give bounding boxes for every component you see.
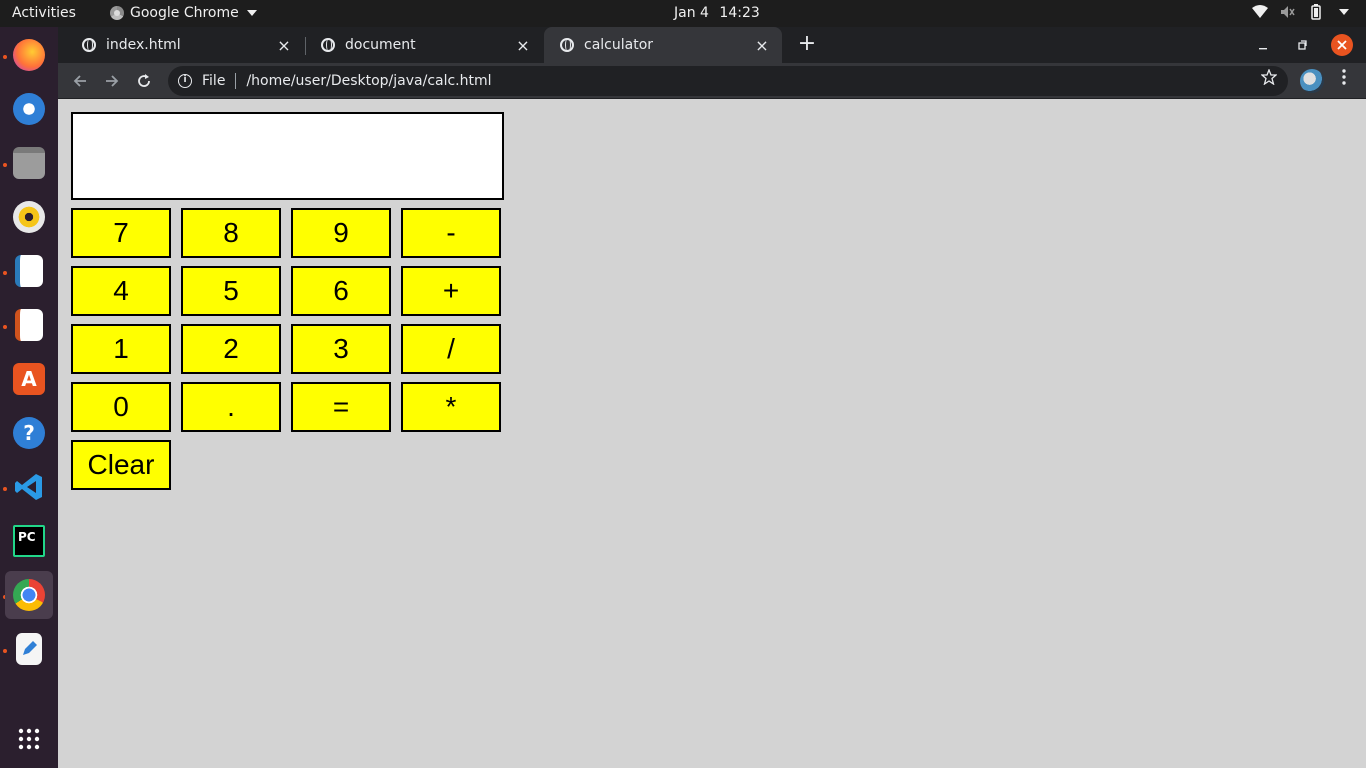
key-5[interactable]: 5 [181,266,281,316]
dock-thunderbird[interactable] [5,85,53,133]
profile-avatar[interactable] [1300,69,1324,93]
clear-button[interactable]: Clear [71,440,171,490]
url-divider [235,73,237,89]
globe-icon [82,38,96,52]
key-minus[interactable]: - [401,208,501,258]
tab-title: index.html [106,37,181,53]
close-icon[interactable]: × [752,35,772,55]
wifi-icon [1252,4,1268,20]
url-text: /home/user/Desktop/java/calc.html [246,73,492,89]
url-scheme-label: File [202,73,226,89]
forward-button[interactable] [99,68,125,94]
dock-help[interactable]: ? [5,409,53,457]
chevron-down-icon [246,10,257,16]
vscode-icon [13,471,45,503]
key-equals[interactable]: = [291,382,391,432]
minimize-button[interactable] [1252,34,1274,56]
grid-icon [13,723,45,755]
globe-icon [321,38,335,52]
clock[interactable]: Jan 4 14:23 [674,5,760,21]
dock-impress[interactable] [5,301,53,349]
system-menu-icon [1336,4,1352,20]
dock-show-applications[interactable] [5,715,53,763]
clock-date: Jan 4 [674,5,709,21]
more-menu-icon[interactable] [1336,69,1352,90]
key-decimal[interactable]: . [181,382,281,432]
browser-toolbar: i File /home/user/Desktop/java/calc.html [58,63,1366,99]
chrome-icon [13,579,45,611]
key-divide[interactable]: / [401,324,501,374]
window-close-button[interactable] [1331,34,1353,56]
firefox-icon [13,39,45,71]
clock-time: 14:23 [719,5,760,21]
close-icon[interactable]: × [513,35,533,55]
close-icon[interactable]: × [274,35,294,55]
key-9[interactable]: 9 [291,208,391,258]
key-0[interactable]: 0 [71,382,171,432]
dock-text-editor[interactable] [5,625,53,673]
calculator-display[interactable] [71,112,504,200]
back-button[interactable] [67,68,93,94]
files-icon [13,147,45,179]
key-7[interactable]: 7 [71,208,171,258]
key-3[interactable]: 3 [291,324,391,374]
tab-title: document [345,37,416,53]
dock-pycharm[interactable]: PC [5,517,53,565]
pycharm-icon: PC [13,525,45,557]
impress-icon [15,309,43,341]
system-top-bar: Activities Google Chrome Jan 4 14:23 [0,0,1366,27]
key-2[interactable]: 2 [181,324,281,374]
rhythmbox-icon [13,201,45,233]
app-menu-label: Google Chrome [130,5,239,21]
bookmark-star-icon[interactable] [1260,68,1278,90]
app-menu[interactable]: Google Chrome [110,5,257,21]
activities-button[interactable]: Activities [12,5,76,21]
dock-chrome[interactable] [5,571,53,619]
tab-title: calculator [584,37,654,53]
thunderbird-icon [13,93,45,125]
key-multiply[interactable]: * [401,382,501,432]
chrome-icon [110,6,124,20]
key-8[interactable]: 8 [181,208,281,258]
dock-software[interactable]: A [5,355,53,403]
tab-document[interactable]: document × [305,27,543,63]
system-tray[interactable] [1252,4,1352,20]
battery-icon [1308,4,1324,20]
new-tab-button[interactable]: + [795,33,819,57]
maximize-button[interactable] [1291,34,1313,56]
dock-vscode[interactable] [5,463,53,511]
info-icon[interactable]: i [178,74,192,88]
tab-index-html[interactable]: index.html × [66,27,304,63]
reload-button[interactable] [131,68,157,94]
volume-icon [1280,4,1296,20]
software-icon: A [13,363,45,395]
key-1[interactable]: 1 [71,324,171,374]
key-6[interactable]: 6 [291,266,391,316]
writer-icon [15,255,43,287]
address-bar[interactable]: i File /home/user/Desktop/java/calc.html [168,66,1288,96]
key-plus[interactable]: + [401,266,501,316]
dock-rhythmbox[interactable] [5,193,53,241]
text-editor-icon [16,633,42,665]
tab-strip: index.html × document × calculator × + [58,27,1366,63]
page-content: 7 8 9 - 4 5 6 + 1 2 3 / 0 . = * Clear [58,99,1366,768]
key-4[interactable]: 4 [71,266,171,316]
dock-firefox[interactable] [5,31,53,79]
tab-calculator[interactable]: calculator × [544,27,782,63]
globe-icon [560,38,574,52]
dock: A ? PC [0,27,58,768]
dock-files[interactable] [5,139,53,187]
help-icon: ? [13,417,45,449]
dock-writer[interactable] [5,247,53,295]
